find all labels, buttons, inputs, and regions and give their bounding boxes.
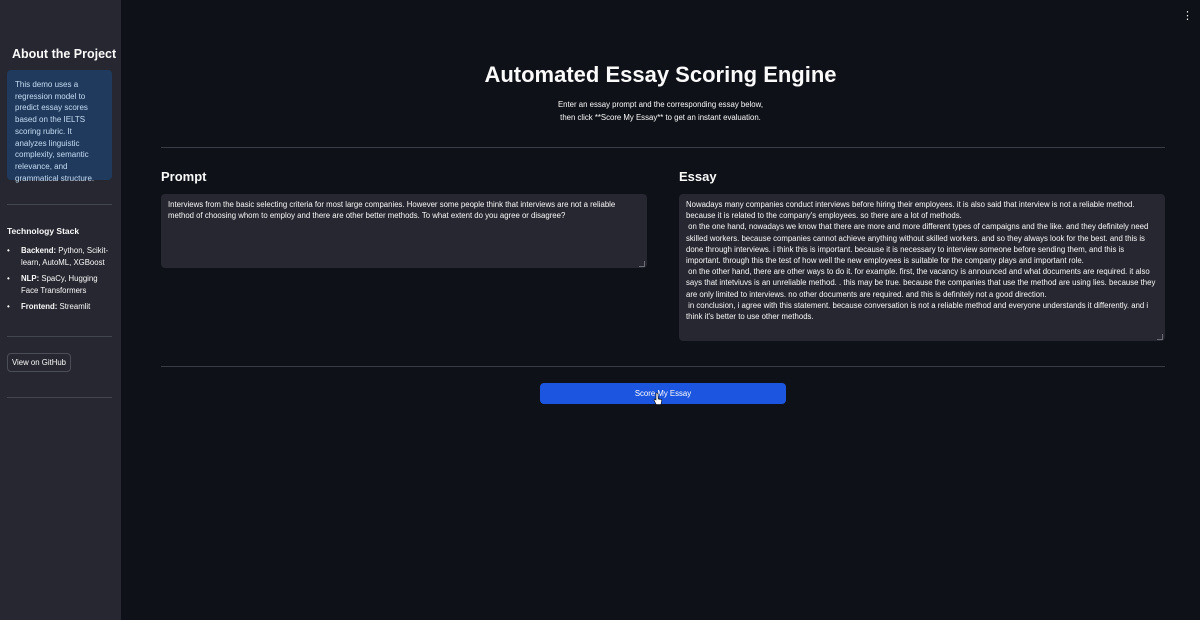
- bullet-icon: •: [7, 302, 10, 311]
- tech-stack-title: Technology Stack: [7, 226, 80, 236]
- tech-stack-item-nlp: • NLP: SpaCy, Hugging Face Transformers: [7, 273, 115, 296]
- sidebar-divider: [7, 204, 112, 205]
- tech-stack-label: NLP:: [21, 274, 40, 283]
- essay-textarea[interactable]: Nowadays many companies conduct intervie…: [679, 194, 1165, 341]
- pointer-cursor-icon: [653, 392, 663, 405]
- resize-handle-icon[interactable]: [1157, 334, 1163, 340]
- page-subtitle: Enter an essay prompt and the correspond…: [121, 99, 1200, 124]
- tech-stack-item-backend: • Backend: Python, Scikit-learn, AutoML, …: [7, 245, 115, 268]
- bullet-icon: •: [7, 274, 10, 283]
- page-title: Automated Essay Scoring Engine: [484, 62, 837, 87]
- resize-handle-icon[interactable]: [639, 261, 645, 267]
- sidebar-title: About the Project: [12, 47, 117, 61]
- subtitle-line: Enter an essay prompt and the correspond…: [557, 100, 763, 109]
- tech-stack-list: • Backend: Python, Scikit-learn, AutoML, …: [7, 245, 115, 318]
- app-root: About the Project This demo uses a regre…: [0, 0, 1200, 620]
- section-divider: [161, 147, 1165, 148]
- view-on-github-button[interactable]: View on GitHub: [7, 353, 71, 372]
- vertical-ellipsis-icon[interactable]: ⋮: [1182, 9, 1193, 23]
- about-info-box: This demo uses a regression model to pre…: [7, 70, 112, 183]
- essay-label: Essay: [679, 169, 717, 184]
- section-divider: [161, 366, 1165, 367]
- sidebar-divider: [7, 397, 112, 398]
- prompt-label: Prompt: [161, 169, 207, 184]
- sidebar-divider: [7, 336, 112, 337]
- tech-stack-value: Streamlit: [57, 302, 91, 311]
- tech-stack-label: Backend:: [21, 246, 57, 255]
- score-my-essay-button[interactable]: Score My Essay: [540, 383, 786, 404]
- subtitle-line: then click **Score My Essay** to get an …: [560, 112, 761, 122]
- sidebar: About the Project This demo uses a regre…: [0, 0, 121, 620]
- tech-stack-label: Frontend:: [21, 302, 58, 311]
- bullet-icon: •: [7, 246, 10, 255]
- tech-stack-item-frontend: • Frontend: Streamlit: [7, 301, 115, 313]
- prompt-textarea[interactable]: Interviews from the basic selecting crit…: [161, 194, 647, 268]
